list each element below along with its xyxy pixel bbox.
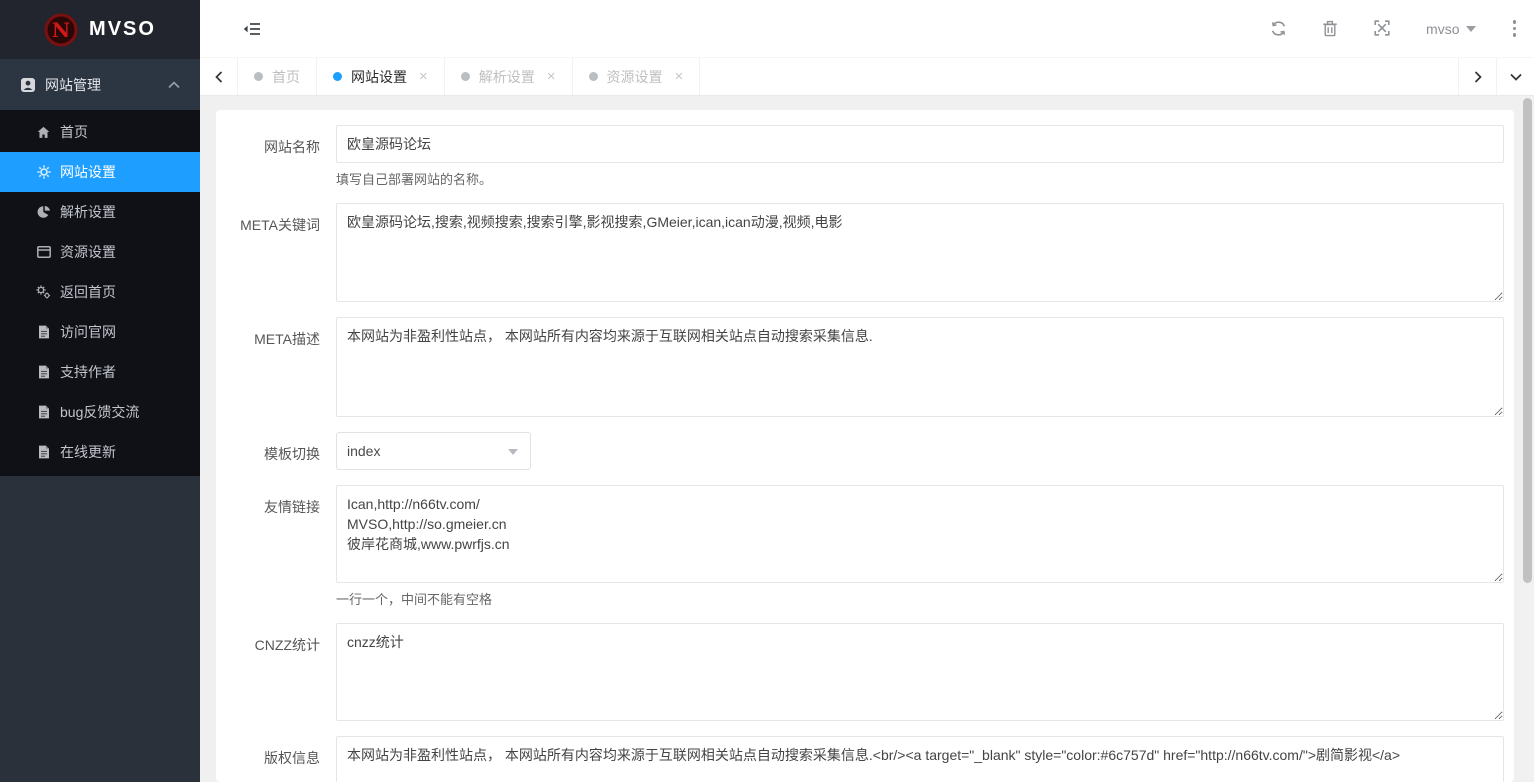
gear-icon	[36, 165, 51, 180]
field-label: 友情链接	[216, 485, 320, 608]
field-label: 版权信息	[216, 736, 320, 782]
field-label: META关键词	[216, 203, 320, 302]
sidebar-item-label: bug反馈交流	[60, 402, 139, 422]
field-label: 网站名称	[216, 125, 320, 188]
refresh-icon[interactable]	[1270, 20, 1287, 37]
chevron-down-icon	[1466, 26, 1476, 32]
chevron-down-icon	[508, 449, 518, 455]
friend-links-textarea[interactable]: Ican,http://n66tv.com/ MVSO,http://so.gm…	[336, 485, 1504, 583]
home-icon	[36, 125, 51, 140]
file-icon	[36, 405, 51, 420]
sidebar-item-bug-feedback[interactable]: bug反馈交流	[0, 392, 200, 432]
sidebar-item-label: 首页	[60, 122, 88, 142]
brand-name: MVSO	[89, 18, 156, 41]
top-header: mvso	[200, 0, 1534, 58]
tabs-scroll-right-icon[interactable]	[1458, 58, 1496, 95]
content-area: 网站名称 填写自己部署网站的名称。 META关键词 欧皇源码论坛,搜索,视频搜索…	[200, 96, 1534, 782]
sidebar-filler	[0, 476, 200, 782]
template-select-value: index	[347, 443, 380, 459]
field-label: META描述	[216, 317, 320, 417]
form-row-meta-description: META描述 本网站为非盈利性站点， 本网站所有内容均来源于互联网相关站点自动搜…	[216, 317, 1504, 417]
form-row-friend-links: 友情链接 Ican,http://n66tv.com/ MVSO,http://…	[216, 485, 1504, 608]
sidebar: N MVSO 网站管理 首页	[0, 0, 200, 782]
sidebar-group-label: 网站管理	[45, 75, 101, 95]
site-name-input[interactable]	[336, 125, 1504, 163]
tab-status-dot	[461, 72, 470, 81]
username: mvso	[1426, 21, 1459, 37]
sidebar-item-label: 网站设置	[60, 162, 116, 182]
sidebar-item-site-settings[interactable]: 网站设置	[0, 152, 200, 192]
sidebar-item-parse-settings[interactable]: 解析设置	[0, 192, 200, 232]
form-row-copyright: 版权信息 本网站为非盈利性站点， 本网站所有内容均来源于互联网相关站点自动搜索采…	[216, 736, 1504, 782]
sidebar-item-resource-settings[interactable]: 资源设置	[0, 232, 200, 272]
close-icon[interactable]: ×	[419, 69, 428, 84]
sidebar-item-label: 资源设置	[60, 242, 116, 262]
form-row-cnzz: CNZZ统计 cnzz统计	[216, 623, 1504, 721]
header-actions: mvso	[1270, 18, 1534, 39]
scrollbar-thumb[interactable]	[1523, 98, 1532, 583]
sidebar-item-back-to-home[interactable]: 返回首页	[0, 272, 200, 312]
cogs-icon	[36, 285, 51, 300]
field-help-text: 一行一个，中间不能有空格	[336, 589, 1504, 608]
fullscreen-icon[interactable]	[1374, 20, 1391, 37]
tab-status-dot	[333, 72, 342, 81]
tab-label: 资源设置	[607, 67, 663, 87]
sidebar-item-official-site[interactable]: 访问官网	[0, 312, 200, 352]
main-area: mvso 首页 网站设置 × 解析设置 × 资源设置 ×	[200, 0, 1534, 782]
tab-home[interactable]: 首页	[238, 58, 317, 95]
field-help-text: 填写自己部署网站的名称。	[336, 169, 1504, 188]
vertical-scrollbar[interactable]	[1521, 96, 1534, 782]
brand-logo-icon: N	[44, 13, 78, 47]
brand-logo: N MVSO	[0, 0, 200, 59]
trash-icon[interactable]	[1322, 20, 1339, 37]
file-icon	[36, 365, 51, 380]
close-icon[interactable]: ×	[547, 69, 556, 84]
form-row-site-name: 网站名称 填写自己部署网站的名称。	[216, 125, 1504, 188]
form-row-template-switch: 模板切换 index	[216, 432, 1504, 470]
sidebar-item-support-author[interactable]: 支持作者	[0, 352, 200, 392]
tab-site-settings[interactable]: 网站设置 ×	[317, 58, 445, 95]
file-icon	[36, 445, 51, 460]
copyright-textarea[interactable]: 本网站为非盈利性站点， 本网站所有内容均来源于互联网相关站点自动搜索采集信息.<…	[336, 736, 1504, 782]
sidebar-item-label: 支持作者	[60, 362, 116, 382]
tabs-menu-icon[interactable]	[1496, 58, 1534, 95]
field-label: 模板切换	[216, 432, 320, 470]
close-icon[interactable]: ×	[675, 69, 684, 84]
pie-chart-icon	[36, 205, 51, 220]
sidebar-item-label: 在线更新	[60, 442, 116, 462]
settings-form-card: 网站名称 填写自己部署网站的名称。 META关键词 欧皇源码论坛,搜索,视频搜索…	[216, 110, 1514, 782]
template-select[interactable]: index	[336, 432, 531, 470]
tab-bar: 首页 网站设置 × 解析设置 × 资源设置 ×	[200, 58, 1534, 96]
meta-keywords-textarea[interactable]: 欧皇源码论坛,搜索,视频搜索,搜索引擎,影视搜索,GMeier,ican,ica…	[336, 203, 1504, 302]
user-menu[interactable]: mvso	[1426, 21, 1475, 37]
sidebar-item-label: 返回首页	[60, 282, 116, 302]
tab-parse-settings[interactable]: 解析设置 ×	[445, 58, 573, 95]
user-icon	[20, 77, 36, 93]
tabs-scroll-left-icon[interactable]	[200, 58, 238, 95]
tabbar-spacer	[700, 58, 1458, 95]
tab-label: 解析设置	[479, 67, 535, 87]
meta-description-textarea[interactable]: 本网站为非盈利性站点， 本网站所有内容均来源于互联网相关站点自动搜索采集信息.	[336, 317, 1504, 417]
tab-resource-settings[interactable]: 资源设置 ×	[573, 58, 701, 95]
window-icon	[36, 245, 51, 260]
sidebar-item-label: 访问官网	[60, 322, 116, 342]
sidebar-menu: 首页 网站设置	[0, 110, 200, 476]
chevron-up-icon	[168, 81, 180, 89]
form-row-meta-keywords: META关键词 欧皇源码论坛,搜索,视频搜索,搜索引擎,影视搜索,GMeier,…	[216, 203, 1504, 302]
cnzz-textarea[interactable]: cnzz统计	[336, 623, 1504, 721]
more-options-icon[interactable]	[1511, 18, 1519, 39]
tab-status-dot	[589, 72, 598, 81]
sidebar-group-website-management[interactable]: 网站管理	[0, 59, 200, 110]
sidebar-item-label: 解析设置	[60, 202, 116, 222]
field-label: CNZZ统计	[216, 623, 320, 721]
tab-label: 首页	[272, 67, 300, 87]
sidebar-item-home[interactable]: 首页	[0, 112, 200, 152]
file-icon	[36, 325, 51, 340]
collapse-menu-icon[interactable]	[243, 21, 261, 37]
tab-label: 网站设置	[351, 67, 407, 87]
sidebar-item-online-update[interactable]: 在线更新	[0, 432, 200, 472]
tab-status-dot	[254, 72, 263, 81]
svg-text:N: N	[52, 18, 70, 42]
